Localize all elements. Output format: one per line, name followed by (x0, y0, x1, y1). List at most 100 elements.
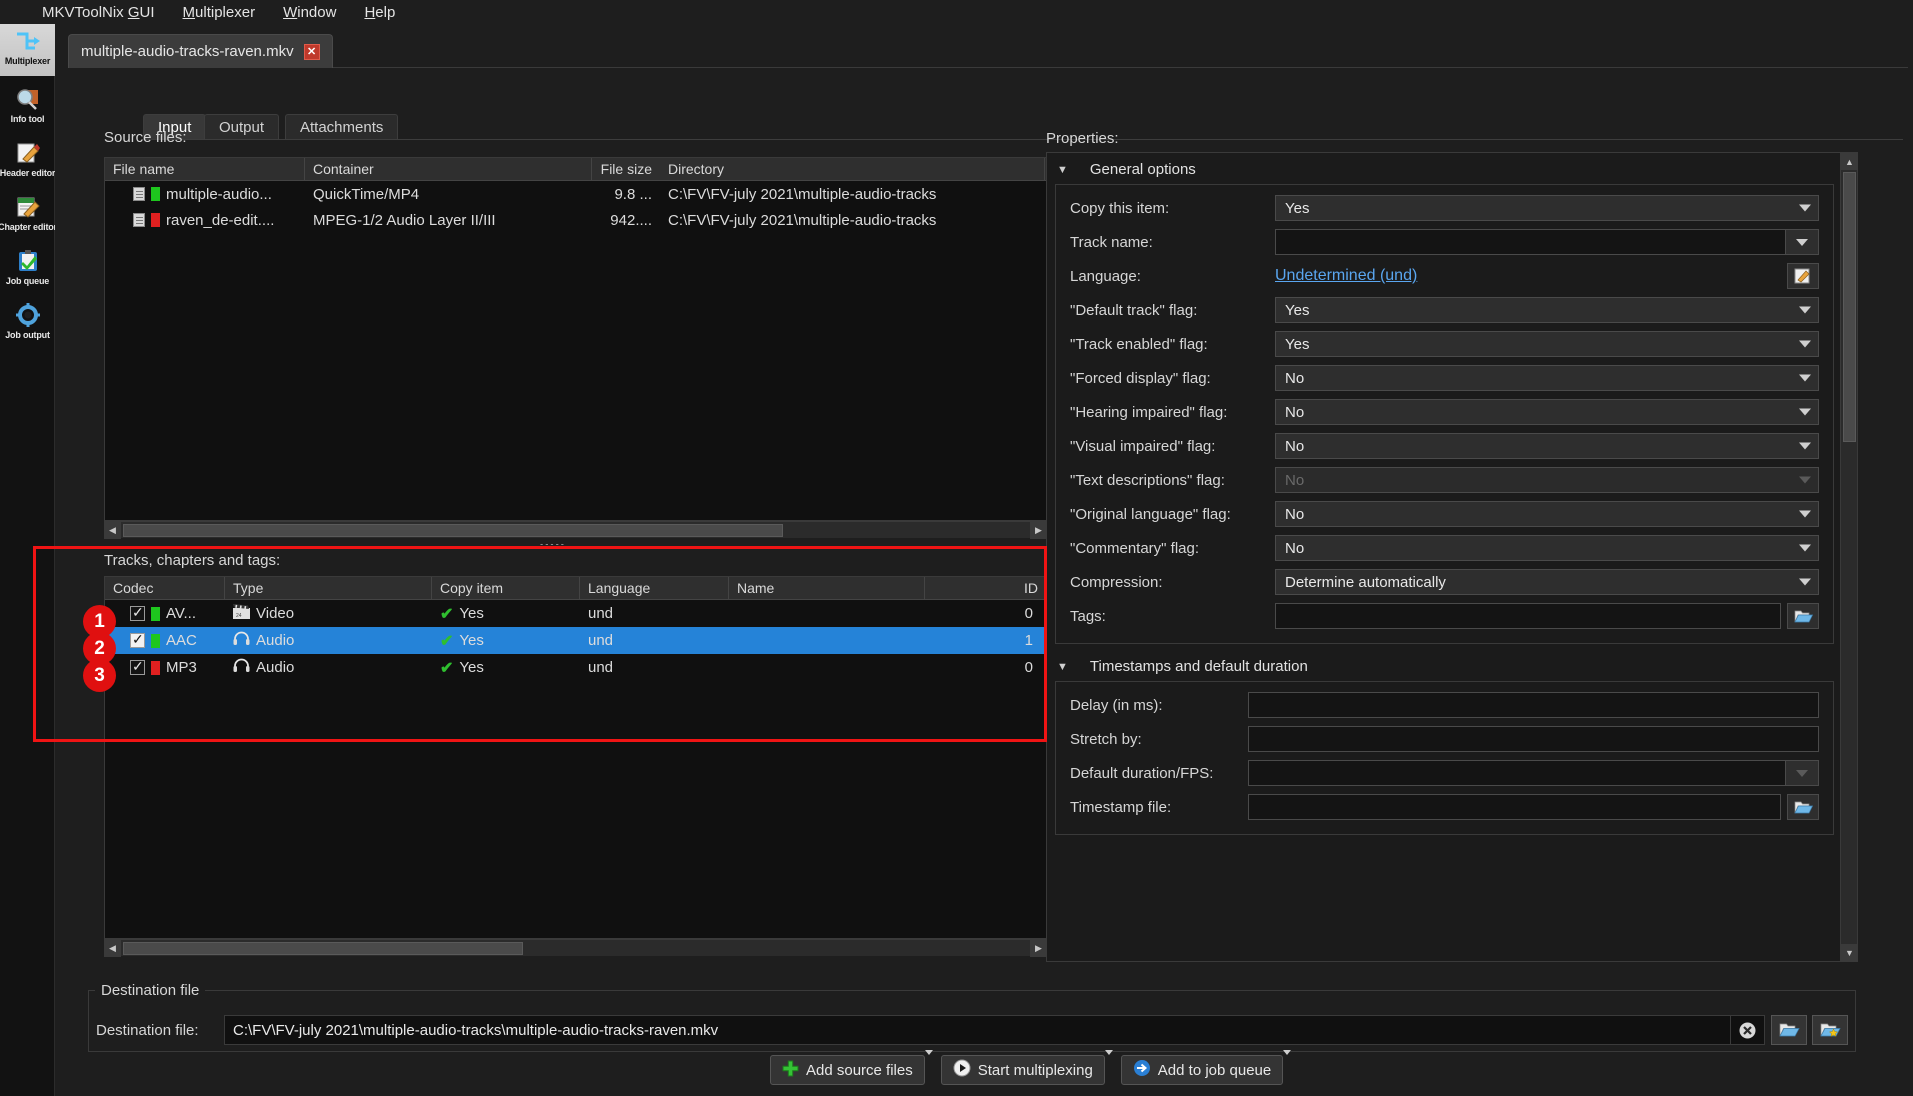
visual-impaired-flag-select[interactable]: No (1275, 433, 1819, 459)
timestamp-file-input[interactable] (1248, 794, 1781, 820)
scroll-right-icon[interactable]: ▶ (1030, 521, 1047, 539)
sidebar-item-header-editor[interactable]: Header editor (0, 136, 55, 184)
add-source-files-label: Add source files (806, 1061, 913, 1079)
source-file-row[interactable]: multiple-audio... QuickTime/MP4 9.8 ... … (105, 181, 1046, 207)
destination-file-input[interactable]: C:\FV\FV-july 2021\multiple-audio-tracks… (224, 1015, 1731, 1045)
scroll-right-icon[interactable]: ▶ (1030, 939, 1047, 957)
clear-circle-icon[interactable] (1731, 1015, 1765, 1045)
column-header-id[interactable]: ID (925, 577, 1046, 599)
play-circle-icon (953, 1059, 971, 1081)
folder-open-icon[interactable] (1771, 1015, 1807, 1045)
chevron-down-icon[interactable]: ▼ (1057, 661, 1068, 673)
forced-display-flag-select[interactable]: No (1275, 365, 1819, 391)
copy-this-item-select[interactable]: Yes (1275, 195, 1819, 221)
sidebar-item-chapter-editor[interactable]: Chapter editor (0, 190, 57, 238)
folder-open-icon[interactable] (1787, 603, 1819, 629)
track-copy-checkbox[interactable] (130, 632, 145, 648)
splitter-handle[interactable]: ▪▪▪▪▪ (540, 540, 576, 545)
track-copy-checkbox[interactable] (130, 659, 145, 675)
chevron-down-icon (1799, 476, 1811, 484)
column-header-copy-item[interactable]: Copy item (432, 577, 580, 599)
source-files-hscrollbar[interactable]: ◀ ▶ (104, 521, 1047, 539)
track-copy-checkbox[interactable] (130, 605, 145, 621)
default-track-flag-select[interactable]: Yes (1275, 297, 1819, 323)
source-file-name: multiple-audio... (166, 185, 272, 203)
scroll-left-icon[interactable]: ◀ (104, 939, 121, 957)
group-header-timestamps[interactable]: ▼ Timestamps and default duration (1047, 650, 1842, 679)
scroll-down-icon[interactable]: ▼ (1841, 944, 1858, 961)
track-codec: AAC (166, 632, 197, 649)
add-to-job-queue-dropdown[interactable] (1283, 1050, 1292, 1085)
commentary-flag-select[interactable]: No (1275, 535, 1819, 561)
add-to-job-queue-label: Add to job queue (1157, 1061, 1272, 1079)
column-header-file-size[interactable]: File size (592, 158, 660, 180)
sidebar-item-job-queue[interactable]: Job queue (0, 244, 55, 292)
folder-star-icon[interactable] (1812, 1015, 1848, 1045)
status-chip-red (151, 213, 160, 227)
document-tab[interactable]: multiple-audio-tracks-raven.mkv ✕ (68, 34, 333, 68)
stretch-by-input[interactable] (1248, 726, 1819, 752)
track-name-input[interactable] (1275, 229, 1786, 255)
folder-open-icon[interactable] (1787, 794, 1819, 820)
table-row[interactable]: AAC Audio ✔ Yes und 1 (105, 627, 1046, 654)
chevron-down-icon (1799, 306, 1811, 314)
add-to-job-queue-button[interactable]: Add to job queue (1120, 1055, 1284, 1085)
destination-file-value: C:\FV\FV-july 2021\multiple-audio-tracks… (233, 1021, 719, 1039)
track-enabled-flag-select[interactable]: Yes (1275, 331, 1819, 357)
properties-vscrollbar[interactable]: ▲ ▼ (1840, 153, 1858, 961)
track-id: 0 (1024, 659, 1033, 676)
table-row[interactable]: MP3 Audio ✔ Yes und 0 (105, 654, 1046, 681)
delay-input[interactable] (1248, 692, 1819, 718)
start-multiplexing-button[interactable]: Start multiplexing (940, 1055, 1105, 1085)
add-source-files-button[interactable]: Add source files (770, 1055, 925, 1085)
vscroll-thumb[interactable] (1843, 172, 1856, 442)
scroll-left-icon[interactable]: ◀ (104, 521, 121, 539)
hearing-impaired-flag-select[interactable]: No (1275, 399, 1819, 425)
sidebar-item-job-output[interactable]: Job output (0, 298, 55, 346)
column-header-codec[interactable]: Codec (105, 577, 225, 599)
chevron-down-icon[interactable]: ▼ (1057, 164, 1068, 176)
menu-item-window[interactable]: Window (269, 2, 350, 23)
column-header-file-name[interactable]: File name (105, 158, 305, 180)
text-descriptions-flag-select: No (1275, 467, 1819, 493)
column-header-language[interactable]: Language (580, 577, 729, 599)
compression-select[interactable]: Determine automatically (1275, 569, 1819, 595)
edit-pencil-icon[interactable] (1787, 263, 1819, 289)
close-icon[interactable]: ✕ (303, 43, 320, 60)
original-language-flag-select[interactable]: No (1275, 501, 1819, 527)
add-source-files-dropdown[interactable] (924, 1050, 933, 1085)
language-link[interactable]: Undetermined (und) (1275, 267, 1417, 285)
sidebar-item-multiplexer[interactable]: Multiplexer (0, 24, 55, 76)
column-header-type[interactable]: Type (225, 577, 432, 599)
chevron-down-icon (1799, 510, 1811, 518)
column-header-container[interactable]: Container (305, 158, 592, 180)
source-file-row[interactable]: raven_de-edit.... MPEG-1/2 Audio Layer I… (105, 207, 1046, 233)
sidebar-item-label: Multiplexer (4, 56, 51, 66)
tags-input[interactable] (1275, 603, 1781, 629)
start-multiplexing-dropdown[interactable] (1104, 1050, 1113, 1085)
menu-item-help[interactable]: Help (350, 2, 409, 23)
chevron-down-icon (924, 1050, 933, 1072)
sidebar-item-info-tool[interactable]: Info tool (0, 82, 55, 130)
column-header-name[interactable]: Name (729, 577, 925, 599)
chevron-down-icon (1799, 544, 1811, 552)
tracks-table[interactable]: Codec Type Copy item Language Name ID AV… (104, 576, 1047, 939)
source-files-table[interactable]: File name Container File size Directory … (104, 157, 1047, 521)
menu-item-multiplexer[interactable]: Multiplexer (169, 2, 270, 23)
property-value: No (1285, 403, 1305, 421)
chevron-down-icon (1799, 204, 1811, 212)
property-value: Yes (1285, 199, 1310, 217)
hscroll-thumb[interactable] (123, 523, 783, 537)
track-name-dropdown-button[interactable] (1785, 229, 1819, 255)
tab-attachments[interactable]: Attachments (285, 114, 399, 140)
group-header-general-options[interactable]: ▼ General options (1047, 153, 1842, 182)
scroll-up-icon[interactable]: ▲ (1841, 153, 1858, 170)
tracks-hscrollbar[interactable]: ◀ ▶ (104, 939, 1047, 957)
default-duration-input[interactable] (1248, 760, 1786, 786)
hscroll-thumb[interactable] (123, 941, 523, 955)
property-row-timestamp-file: Timestamp file: (1056, 790, 1833, 824)
column-header-directory[interactable]: Directory (660, 158, 1045, 180)
table-row[interactable]: AV... 24 Video ✔ Yes und 0 (105, 600, 1046, 627)
tab-output[interactable]: Output (204, 114, 280, 140)
property-row-track-name: Track name: (1056, 225, 1833, 259)
